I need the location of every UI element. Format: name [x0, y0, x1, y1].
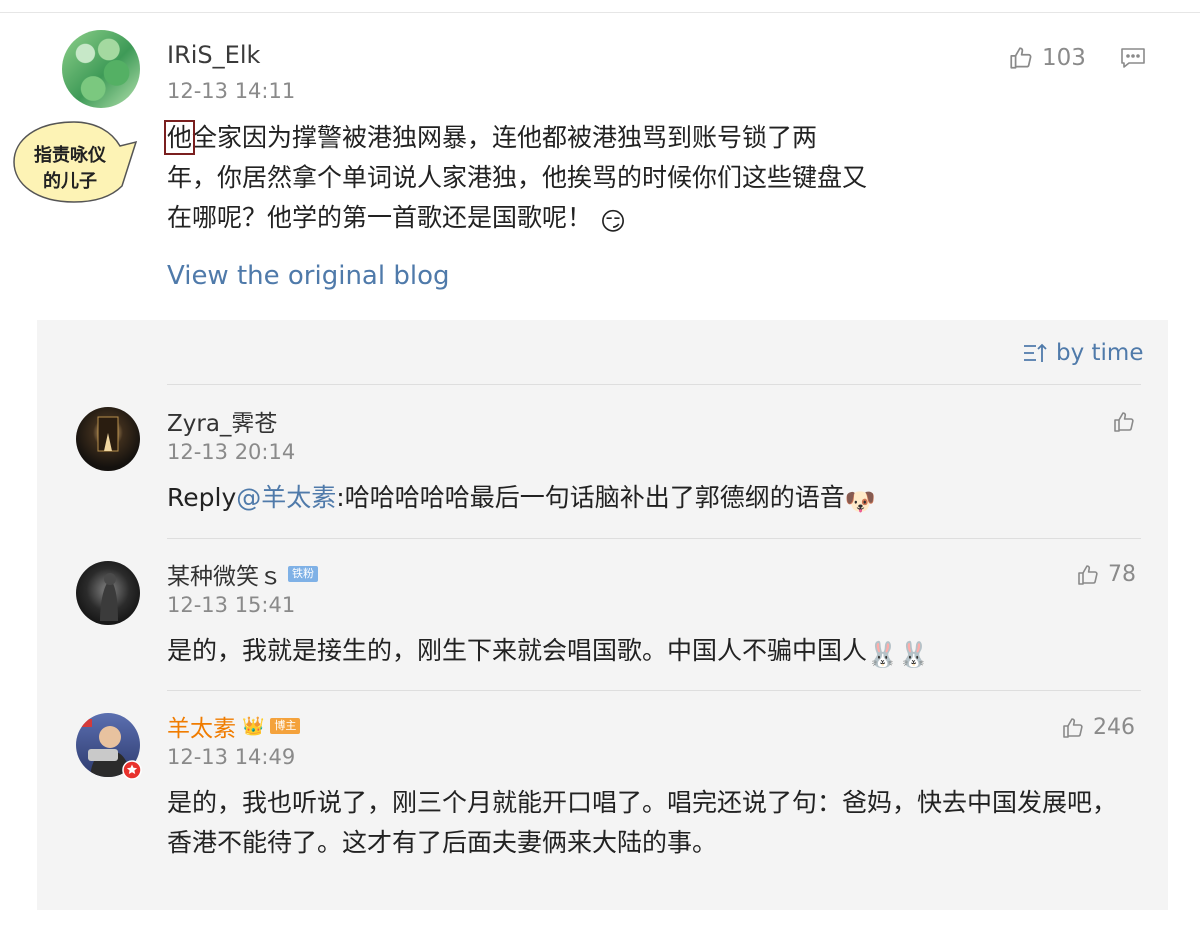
- sort-by-time-button[interactable]: by time: [1022, 340, 1144, 366]
- avatar[interactable]: [62, 30, 140, 108]
- crown-badge-icon: 👑: [242, 715, 265, 737]
- view-original-blog-link[interactable]: View the original blog: [167, 261, 449, 291]
- sort-label: by time: [1056, 340, 1144, 366]
- comment-text: 全家因为撑警被港独网暴，连他都被港独骂到账号锁了两年，你居然拿个单词说人家港独，…: [167, 123, 868, 232]
- sort-icon: [1024, 343, 1047, 362]
- reply-timestamp: 12-13 14:49: [167, 745, 296, 769]
- comment-icon[interactable]: [1120, 46, 1146, 70]
- avatar-image: [100, 573, 118, 621]
- host-badge: 博主: [270, 718, 301, 734]
- highlighted-word: 他: [163, 120, 196, 155]
- like-count: 103: [1042, 45, 1086, 71]
- bunny-emoji-icon: 🐰🐰: [867, 640, 930, 669]
- fan-badge: 铁粉: [288, 566, 318, 582]
- divider: [167, 538, 1141, 539]
- reply-timestamp: 12-13 15:41: [167, 593, 296, 617]
- comment-username[interactable]: IRiS_Elk: [167, 41, 260, 69]
- avatar-image: [97, 416, 119, 452]
- like-button[interactable]: 78: [1076, 562, 1136, 587]
- reply-text: 是的，我也听说了，刚三个月就能开口唱了。唱完还说了句：爸妈，快去中国发展吧，香港…: [167, 788, 1118, 857]
- like-count: 78: [1108, 562, 1136, 587]
- reply-timestamp: 12-13 20:14: [167, 440, 296, 464]
- top-divider: [0, 12, 1200, 13]
- divider: [167, 690, 1141, 691]
- reply-text: Reply@羊太素:哈哈哈哈哈最后一句话脑补出了郭德纲的语音🐶: [167, 478, 1142, 522]
- reply-username[interactable]: 某种微笑ｓ 铁粉: [167, 557, 318, 591]
- reply-text: 是的，我就是接生的，刚生下来就会唱国歌。中国人不骗中国人🐰🐰: [167, 631, 1142, 675]
- reply-username[interactable]: 羊太素 👑 博主: [167, 709, 301, 743]
- like-button[interactable]: 246: [1061, 715, 1135, 740]
- comment-timestamp: 12-13 14:11: [167, 79, 296, 103]
- annotation-text: 指责咏仪 的儿子: [34, 145, 106, 192]
- thumbs-up-icon: [1078, 564, 1098, 585]
- thumbs-up-icon: [1010, 47, 1032, 69]
- like-button[interactable]: 103: [1008, 45, 1086, 71]
- comment-body: 他全家因为撑警被港独网暴，连他都被港独骂到账号锁了两年，你居然拿个单词说人家港独…: [163, 118, 868, 242]
- divider: [167, 384, 1141, 385]
- smirk-emoji-icon: 😏: [599, 207, 627, 236]
- user-mention-link[interactable]: @羊太素: [236, 483, 336, 512]
- avatar[interactable]: [76, 407, 140, 471]
- reply-username[interactable]: Zyra_霁苍: [167, 404, 277, 438]
- verified-badge-icon: [122, 760, 142, 780]
- like-count: 246: [1093, 715, 1135, 740]
- thumbs-up-icon[interactable]: [1112, 410, 1136, 434]
- thumbs-up-icon: [1063, 717, 1083, 738]
- avatar[interactable]: [76, 561, 140, 625]
- dog-emoji-icon: 🐶: [844, 487, 876, 516]
